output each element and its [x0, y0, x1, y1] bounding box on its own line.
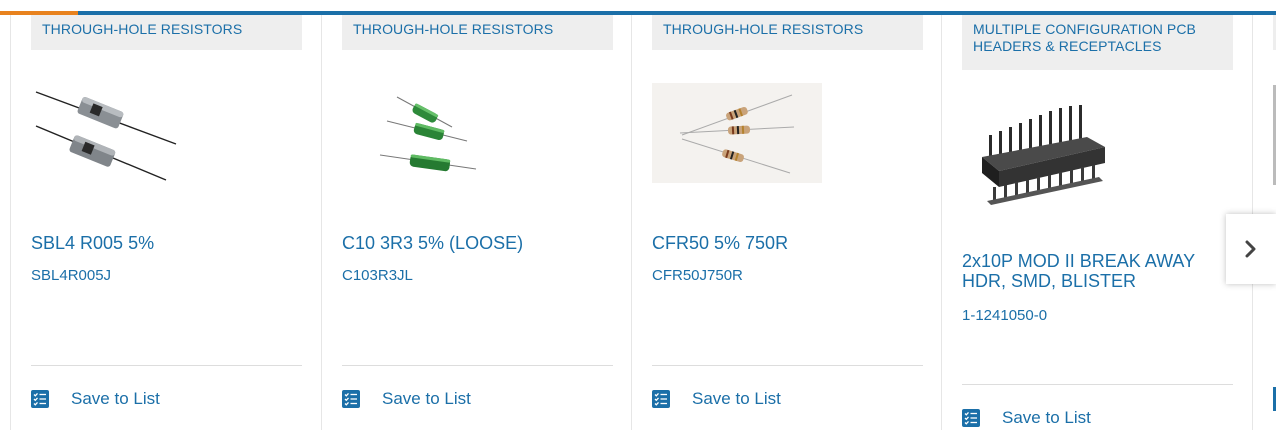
divider	[342, 365, 613, 366]
product-title[interactable]: SBL4 R005 5%	[31, 233, 306, 253]
product-title[interactable]: 2x10P MOD II BREAK AWAY HDR, SMD, BLISTE…	[962, 251, 1237, 291]
green-wirewound-resistor-image[interactable]	[372, 87, 482, 177]
gray-block-resistor-image[interactable]	[26, 80, 186, 190]
checklist-icon	[342, 390, 360, 408]
save-to-list-label: Save to List	[382, 389, 471, 408]
product-carousel: THROUGH-HOLE RESISTORS SBL4 R005 5% SBL4…	[0, 0, 1276, 430]
checklist-icon	[652, 390, 670, 408]
save-to-list-label: Save to List	[1002, 408, 1091, 427]
category-label[interactable]: THROUGH-HOLE RESISTORS	[342, 15, 613, 50]
checklist-icon	[31, 390, 49, 408]
save-to-list-button[interactable]: Save to List	[652, 389, 781, 409]
product-title[interactable]: C10 3R3 5% (LOOSE)	[342, 233, 617, 253]
divider	[652, 365, 923, 366]
carbon-film-resistor-image[interactable]	[652, 83, 822, 183]
part-number[interactable]: 1-1241050-0	[962, 307, 1047, 325]
category-label[interactable]: MULTIPLE CONFIGURATION PCB HEADERS & REC…	[962, 15, 1233, 70]
checklist-icon	[962, 409, 980, 427]
save-to-list-label: Save to List	[71, 389, 160, 408]
part-number[interactable]: CFR50J750R	[652, 267, 743, 285]
save-to-list-button[interactable]: Save to List	[31, 389, 160, 409]
product-card[interactable]: THROUGH-HOLE RESISTORS SBL4 R005 5% SBL4…	[10, 15, 311, 430]
divider	[31, 365, 302, 366]
category-label[interactable]: THROUGH-HOLE RESISTORS	[31, 15, 302, 50]
product-card[interactable]: MULTIPLE CONFIGURATION PCB HEADERS & REC…	[941, 15, 1242, 430]
part-number[interactable]: C103R3JL	[342, 267, 413, 285]
divider	[962, 384, 1233, 385]
carousel-next-button[interactable]	[1226, 214, 1276, 284]
product-card[interactable]: THROUGH-HOLE RESISTORS CFR50 5% 750R CFR…	[631, 15, 932, 430]
save-to-list-button[interactable]: Save to List	[962, 408, 1091, 428]
product-card[interactable]: THROUGH-HOLE RESISTORS C10 3R3 5% (LOOSE…	[321, 15, 622, 430]
pin-header-image[interactable]	[977, 105, 1117, 215]
chevron-right-icon	[1245, 240, 1256, 258]
category-label[interactable]: THROUGH-HOLE RESISTORS	[652, 15, 923, 50]
part-number[interactable]: SBL4R005J	[31, 267, 111, 285]
product-title[interactable]: CFR50 5% 750R	[652, 233, 927, 253]
save-to-list-button[interactable]: Save to List	[342, 389, 471, 409]
save-to-list-label: Save to List	[692, 389, 781, 408]
